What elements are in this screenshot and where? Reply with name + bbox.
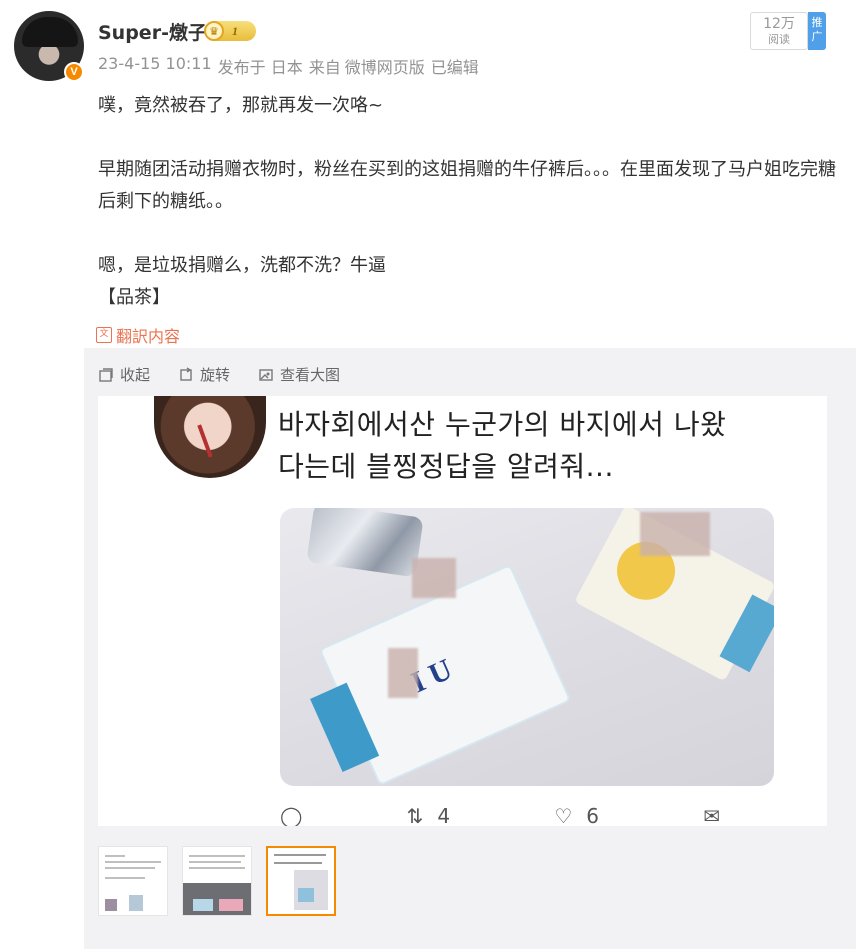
wrapper-edge [310, 682, 380, 773]
thumbnail-strip [98, 846, 336, 916]
candy-wrapper-photo: I U [280, 508, 774, 786]
foil-wrapper [306, 508, 424, 578]
mosaic-blur [412, 558, 456, 598]
collapse-button[interactable]: 收起 [98, 364, 150, 385]
image-icon [259, 368, 273, 381]
media-toolbar: 收起 旋转 查看大图 [98, 364, 340, 385]
rotate-label: 旋转 [200, 366, 231, 384]
view-large-label: 查看大图 [280, 366, 341, 384]
share-action: ✉ [703, 804, 720, 826]
retweet-action: ⇅ 4 [407, 804, 451, 826]
reply-action: ◯ [280, 804, 302, 826]
rotate-icon [180, 366, 192, 381]
wrapper-edge [719, 594, 774, 673]
media-panel: 收起 旋转 查看大图 바자회에서산 누군가의 바지에서 나왔 다는데 블찡정답을… [84, 348, 856, 949]
main-image[interactable]: 바자회에서산 누군가의 바지에서 나왔 다는데 블찡정답을 알려줘... I U… [98, 396, 827, 826]
vip-crown-badge[interactable]: ♛ 1 [204, 21, 256, 41]
mail-icon: ✉ [703, 804, 720, 826]
post-line-1: 噗，竟然被吞了，那就再发一次咯~ [98, 95, 384, 116]
thumbnail-2[interactable] [182, 846, 252, 916]
view-large-button[interactable]: 查看大图 [258, 364, 340, 385]
like-count: 6 [586, 804, 599, 826]
translate-button[interactable]: 文 翻訳内容 [96, 323, 180, 347]
collapse-label: 收起 [120, 366, 151, 384]
promote-button[interactable]: 推广 [808, 12, 826, 50]
heart-icon: ♡ [554, 804, 573, 826]
retweet-icon: ⇅ [406, 804, 424, 826]
tweet-text: 바자회에서산 누군가의 바지에서 나왔 다는데 블찡정답을 알려줘... [278, 404, 726, 488]
tweet-actions: ◯ ⇅ 4 ♡ 6 ✉ [280, 804, 720, 826]
tweet-text-line-1: 바자회에서산 누군가의 바지에서 나왔 [278, 408, 727, 441]
translate-label: 翻訳内容 [116, 327, 181, 346]
source-prefix: 来自 [308, 58, 341, 77]
post-meta: 23-4-15 10:11 发布于 日本 来自 微博网页版 已编辑 [98, 54, 479, 78]
tweet-text-line-2: 다는데 블찡정답을 알려줘... [278, 450, 614, 483]
read-count: 12万 [763, 16, 795, 32]
rotate-button[interactable]: 旋转 [178, 364, 230, 385]
post-line-3: 嗯，是垃圾捐赠么，洗都不洗？牛逼 [98, 255, 386, 276]
read-count-box: 12万 阅读 [750, 12, 808, 50]
username-link[interactable]: Super-燉子 [98, 18, 207, 45]
post-line-2: 早期随团活动捐赠衣物时，粉丝在买到的这姐捐赠的牛仔裤后。。。在里面发现了马户姐吃… [98, 159, 836, 212]
thumbnail-1[interactable] [98, 846, 168, 916]
verified-badge-icon: V [64, 62, 84, 82]
like-action: ♡ 6 [554, 804, 599, 826]
avatar-cap [22, 17, 78, 47]
translate-icon: 文 [96, 327, 112, 343]
tweet-avatar-image [154, 396, 266, 478]
mosaic-blur [388, 648, 418, 698]
read-count-label: 阅读 [768, 33, 790, 46]
post-time[interactable]: 23-4-15 10:11 [98, 54, 212, 78]
post-content: 噗，竟然被吞了，那就再发一次咯~ 早期随团活动捐赠衣物时，粉丝在买到的这姐捐赠的… [98, 90, 838, 314]
vip-level: 1 [232, 23, 238, 38]
post-source-group: 来自 微博网页版 [309, 54, 425, 78]
post-location: 发布于 日本 [217, 58, 303, 77]
mosaic-blur [640, 512, 710, 556]
reply-icon: ◯ [280, 804, 303, 826]
crown-icon: ♛ [204, 21, 224, 41]
post-line-4[interactable]: 【品茶】 [98, 282, 838, 314]
collapse-icon [99, 367, 113, 382]
thumbnail-3[interactable] [266, 846, 336, 916]
post-source[interactable]: 微博网页版 [345, 54, 425, 78]
edited-label[interactable]: 已编辑 [431, 54, 479, 78]
retweet-count: 4 [437, 804, 451, 826]
